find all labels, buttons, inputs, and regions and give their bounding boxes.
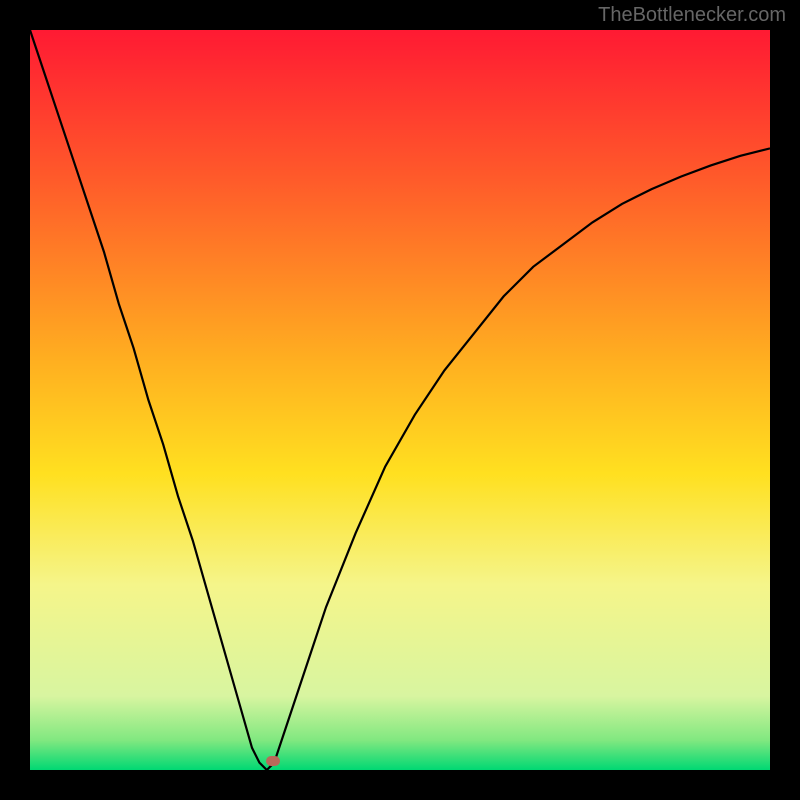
gradient-background (30, 30, 770, 770)
optimal-point-marker (266, 756, 280, 766)
plot-frame (30, 30, 770, 770)
plot-svg (30, 30, 770, 770)
watermark-text: TheBottlenecker.com (598, 4, 786, 27)
